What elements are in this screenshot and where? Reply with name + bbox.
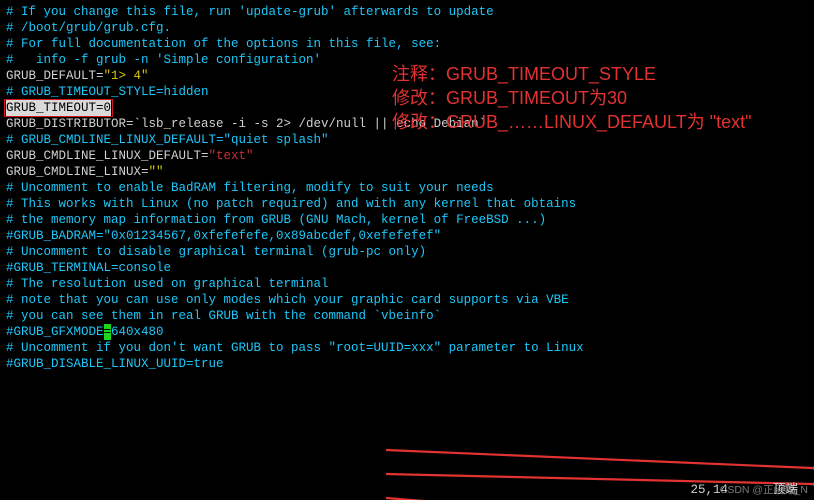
terminal-line: GRUB_CMDLINE_LINUX_DEFAULT="text"	[6, 148, 808, 164]
text-segment: #GRUB_BADRAM="0x01234567,0xfefefefe,0x89…	[6, 229, 441, 243]
text-segment: # This works with Linux (no patch requir…	[6, 197, 576, 211]
text-segment: # note that you can use only modes which…	[6, 293, 569, 307]
text-segment: # For full documentation of the options …	[6, 37, 441, 51]
terminal-line: # Uncomment if you don't want GRUB to pa…	[6, 340, 808, 356]
text-segment: # you can see them in real GRUB with the…	[6, 309, 441, 323]
text-segment: #GRUB_DISABLE_LINUX_UUID=true	[6, 357, 224, 371]
text-segment: 640x480	[111, 325, 164, 339]
anno-style: 注释：GRUB_TIMEOUT_STYLE	[392, 62, 656, 86]
text-segment: GRUB_DEFAULT=	[6, 69, 104, 83]
text-segment: # The resolution used on graphical termi…	[6, 277, 329, 291]
terminal-line: # you can see them in real GRUB with the…	[6, 308, 808, 324]
text-segment: # GRUB_TIMEOUT_STYLE=hidden	[6, 85, 209, 99]
terminal-line: #GRUB_BADRAM="0x01234567,0xfefefefe,0x89…	[6, 228, 808, 244]
text-segment: # GRUB_CMDLINE_LINUX_DEFAULT="quiet spla…	[6, 133, 329, 147]
scroll-indicator: 顶端	[773, 482, 798, 498]
terminal-line: # Uncomment to disable graphical termina…	[6, 244, 808, 260]
text-segment: ""	[149, 165, 164, 179]
terminal-line: # /boot/grub/grub.cfg.	[6, 20, 808, 36]
terminal-line: #GRUB_GFXMODE=640x480	[6, 324, 808, 340]
terminal-line: #GRUB_TERMINAL=console	[6, 260, 808, 276]
terminal-line: # This works with Linux (no patch requir…	[6, 196, 808, 212]
text-segment: # /boot/grub/grub.cfg.	[6, 21, 171, 35]
vim-status-bar: 25,14	[0, 480, 814, 500]
text-segment: # Uncomment to enable BadRAM filtering, …	[6, 181, 494, 195]
text-segment: GRUB_CMDLINE_LINUX_DEFAULT=	[6, 149, 209, 163]
anno-timeout: 修改：GRUB_TIMEOUT为30	[392, 86, 627, 110]
terminal-line: # the memory map information from GRUB (…	[6, 212, 808, 228]
text-segment: # the memory map information from GRUB (…	[6, 213, 546, 227]
text-segment: "1> 4"	[104, 69, 149, 83]
highlight-box: GRUB_TIMEOUT=0	[4, 99, 113, 117]
text-segment: "text"	[209, 149, 254, 163]
terminal-line: GRUB_CMDLINE_LINUX=""	[6, 164, 808, 180]
text-segment: # Uncomment to disable graphical termina…	[6, 245, 426, 259]
terminal-line: # note that you can use only modes which…	[6, 292, 808, 308]
text-segment: #GRUB_GFXMODE	[6, 325, 104, 339]
text-segment: #GRUB_TERMINAL=console	[6, 261, 171, 275]
text-segment: =	[104, 324, 112, 340]
text-segment: # info -f grub -n 'Simple configuration'	[6, 53, 321, 67]
terminal-line: # Uncomment to enable BadRAM filtering, …	[6, 180, 808, 196]
terminal-line: # For full documentation of the options …	[6, 36, 808, 52]
text-segment: # Uncomment if you don't want GRUB to pa…	[6, 341, 584, 355]
text-segment: GRUB_CMDLINE_LINUX=	[6, 165, 149, 179]
terminal-line: # If you change this file, run 'update-g…	[6, 4, 808, 20]
terminal-line: #GRUB_DISABLE_LINUX_UUID=true	[6, 356, 808, 372]
anno-default: 修改：GRUB_……LINUX_DEFAULT为 "text"	[392, 110, 752, 134]
terminal-line: # The resolution used on graphical termi…	[6, 276, 808, 292]
text-segment: GRUB_TIMEOUT=0	[6, 100, 111, 116]
text-segment: # If you change this file, run 'update-g…	[6, 5, 494, 19]
terminal-editor[interactable]: # If you change this file, run 'update-g…	[0, 0, 814, 376]
terminal-line: # GRUB_CMDLINE_LINUX_DEFAULT="quiet spla…	[6, 132, 808, 148]
